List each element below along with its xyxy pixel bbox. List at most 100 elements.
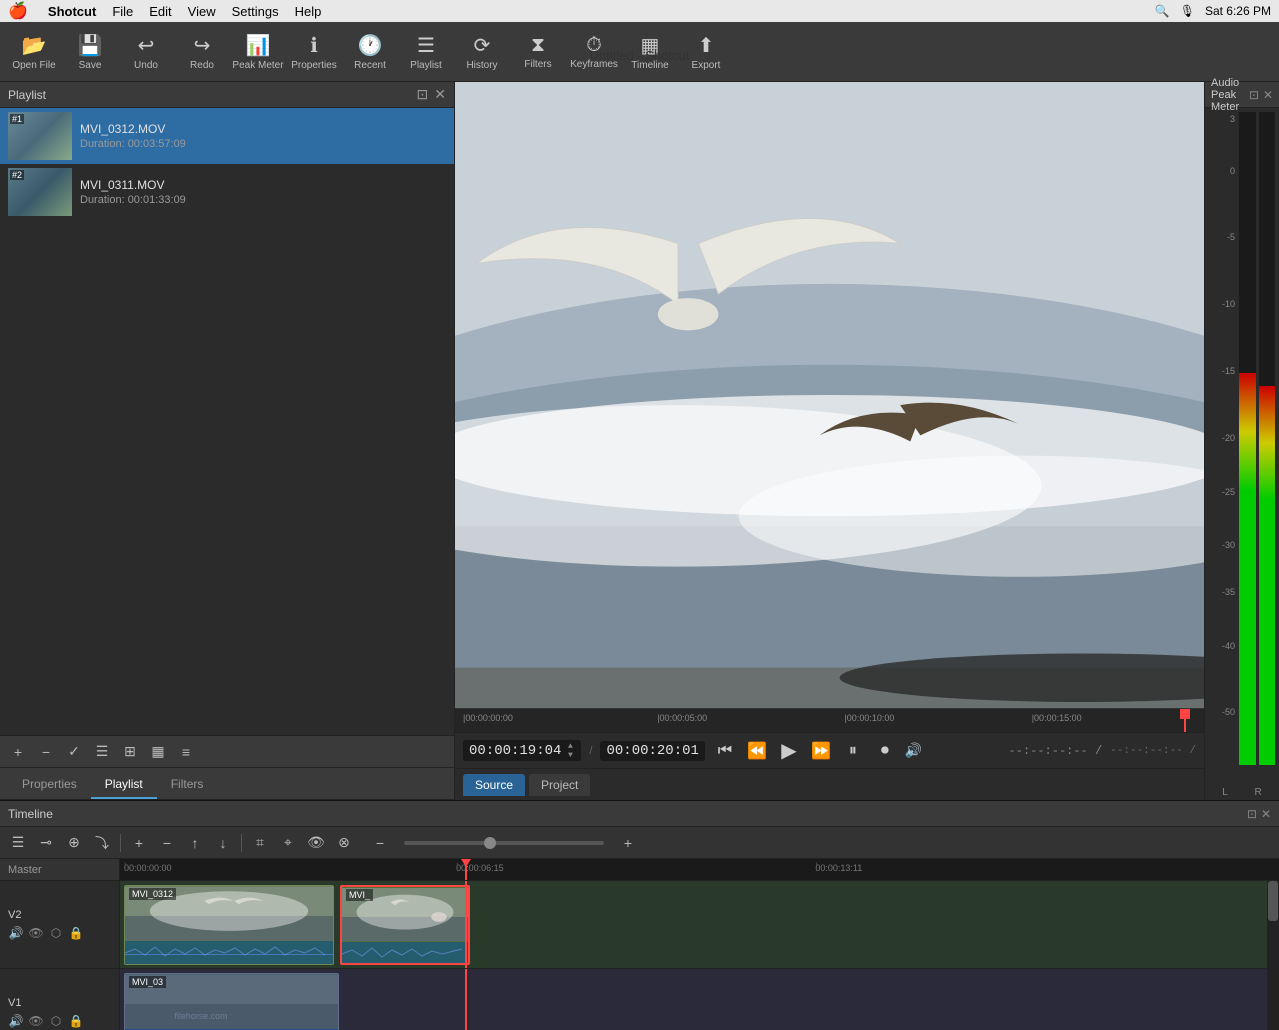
export-button[interactable]: ⬆ Export xyxy=(680,26,732,78)
apple-menu[interactable]: 🍎 xyxy=(8,1,28,21)
meter-bars xyxy=(1239,112,1275,781)
app-name[interactable]: Shotcut xyxy=(48,4,96,19)
track-lock-icon-v1[interactable]: ⬡ xyxy=(48,1013,64,1029)
tl-zoom-slider[interactable] xyxy=(404,841,604,845)
menu-help[interactable]: Help xyxy=(295,4,322,19)
timecode-value: 00:00:19:04 xyxy=(469,743,561,759)
play-button[interactable]: ▶ xyxy=(777,739,801,763)
project-tab[interactable]: Project xyxy=(529,774,590,796)
playlist-item-2[interactable]: #2 MVI_0311.MOV Duration: 00:01:33:09 xyxy=(0,164,454,220)
playlist-grid-btn[interactable]: ⊞ xyxy=(118,740,142,764)
menubar-right: 🔍 🎙 Sat 6:26 PM xyxy=(1155,4,1271,18)
playlist-name-1: MVI_0312.MOV xyxy=(80,122,446,136)
volume-icon[interactable]: 🔊 xyxy=(905,742,922,759)
menu-file[interactable]: File xyxy=(112,4,133,19)
playlist-detail-btn[interactable]: ▦ xyxy=(146,740,170,764)
timecode-arrows[interactable]: ▲ ▼ xyxy=(565,742,575,759)
tl-zoom-thumb[interactable] xyxy=(484,837,496,849)
toggle-button[interactable]: ⏺ xyxy=(873,739,897,763)
tl-add-track-btn[interactable]: + xyxy=(127,831,151,855)
playlist-info-2: MVI_0311.MOV Duration: 00:01:33:09 xyxy=(80,178,446,206)
tl-insert-btn[interactable]: ⤵ xyxy=(90,831,114,855)
menubar: 🍎 Shotcut File Edit View Settings Help 🔍… xyxy=(0,0,1279,22)
open-file-button[interactable]: 📂 Open File xyxy=(8,26,60,78)
ruler-playhead xyxy=(465,859,467,880)
track-link-icon-v2[interactable]: 🔒 xyxy=(68,925,84,941)
track-eye-icon-v1[interactable]: 👁 xyxy=(28,1013,44,1029)
track-row-v2[interactable]: MVI_0312 xyxy=(120,881,1279,969)
timeline-icon: ▦ xyxy=(641,33,660,58)
keyframes-button[interactable]: ⏱ Keyframes xyxy=(568,26,620,78)
tl-snap-btn[interactable]: ⌖ xyxy=(276,831,300,855)
tab-filters[interactable]: Filters xyxy=(157,771,218,799)
timeline-float-icon[interactable]: ⊡ xyxy=(1247,807,1257,821)
playlist-empty-area xyxy=(0,220,454,735)
tl-ripple-all-btn[interactable]: 👁 xyxy=(304,831,328,855)
tl-menu-btn[interactable]: ☰ xyxy=(6,831,30,855)
tab-properties[interactable]: Properties xyxy=(8,771,91,799)
tl-ripple-btn[interactable]: ⊸ xyxy=(34,831,58,855)
playlist-menu-btn[interactable]: ≡ xyxy=(174,740,198,764)
playlist-remove-btn[interactable]: − xyxy=(34,740,58,764)
save-button[interactable]: 💾 Save xyxy=(64,26,116,78)
playlist-close-icon[interactable]: ✕ xyxy=(434,86,446,103)
tl-divider-1 xyxy=(120,834,121,852)
playlist-add-btn[interactable]: + xyxy=(6,740,30,764)
keyframes-label: Keyframes xyxy=(570,59,618,70)
clip-v2-2[interactable]: MVI_ xyxy=(340,885,470,965)
track-audio-icon-v1[interactable]: 🔊 xyxy=(8,1013,24,1029)
track-row-v1[interactable]: filehorse.com MVI_03 xyxy=(120,969,1279,1030)
redo-button[interactable]: ↪ Redo xyxy=(176,26,228,78)
menu-edit[interactable]: Edit xyxy=(149,4,171,19)
clip-v1-1[interactable]: filehorse.com MVI_03 xyxy=(124,973,339,1030)
playlist-item-1[interactable]: #1 MVI_0312.MOV Duration: 00:03:57:09 xyxy=(0,108,454,164)
step-forward-button[interactable]: ⏩ xyxy=(809,739,833,763)
source-tab[interactable]: Source xyxy=(463,774,525,796)
video-playhead xyxy=(1184,709,1186,732)
history-button[interactable]: ⟳ History xyxy=(456,26,508,78)
tl-remove-track-btn[interactable]: − xyxy=(155,831,179,855)
tl-zoom-in-btn[interactable]: + xyxy=(616,831,640,855)
skip-to-start-button[interactable]: ⏮ xyxy=(713,739,737,763)
video-player[interactable] xyxy=(455,82,1204,708)
clip-v2-1[interactable]: MVI_0312 xyxy=(124,885,334,965)
filters-button[interactable]: ⧗ Filters xyxy=(512,26,564,78)
tl-append-btn[interactable]: ⊕ xyxy=(62,831,86,855)
track-lock-icon-v2[interactable]: ⬡ xyxy=(48,925,64,941)
tc-up[interactable]: ▲ xyxy=(565,742,575,750)
audio-meter-float-icon[interactable]: ⊡ xyxy=(1249,88,1259,102)
playlist-float-icon[interactable]: ⊡ xyxy=(417,86,429,103)
menu-settings[interactable]: Settings xyxy=(232,4,279,19)
timeline-scrollbar-v[interactable] xyxy=(1267,881,1279,1030)
tl-split-btn[interactable]: ⌗ xyxy=(248,831,272,855)
siri-icon[interactable]: 🎙 xyxy=(1180,4,1195,18)
playlist-button[interactable]: ☰ Playlist xyxy=(400,26,452,78)
video-timeline-ruler[interactable]: |00:00:00:00 |00:00:05:00 |00:00:10:00 |… xyxy=(455,708,1204,732)
open-file-icon: 📂 xyxy=(22,33,47,58)
skip-to-end-button[interactable]: ⏸ xyxy=(841,739,865,763)
step-back-button[interactable]: ⏪ xyxy=(745,739,769,763)
tl-audio-follow-btn[interactable]: ⊗ xyxy=(332,831,356,855)
playlist-list-btn[interactable]: ☰ xyxy=(90,740,114,764)
scrollbar-thumb-v[interactable] xyxy=(1268,881,1278,921)
timeline-close-icon[interactable]: ✕ xyxy=(1261,807,1271,821)
audio-meter-close-icon[interactable]: ✕ xyxy=(1263,88,1273,102)
tab-playlist[interactable]: Playlist xyxy=(91,771,157,799)
track-audio-icon-v2[interactable]: 🔊 xyxy=(8,925,24,941)
track-link-icon-v1[interactable]: 🔒 xyxy=(68,1013,84,1029)
peak-meter-button[interactable]: 📊 Peak Meter xyxy=(232,26,284,78)
search-icon[interactable]: 🔍 xyxy=(1155,4,1170,18)
menu-view[interactable]: View xyxy=(188,4,216,19)
track-eye-icon-v2[interactable]: 👁 xyxy=(28,925,44,941)
clip-thumb-img-v2-1 xyxy=(125,886,333,941)
properties-button[interactable]: ℹ Properties xyxy=(288,26,340,78)
tl-zoom-out-btn[interactable]: − xyxy=(368,831,392,855)
timeline-button[interactable]: ▦ Timeline xyxy=(624,26,676,78)
playlist-check-btn[interactable]: ✓ xyxy=(62,740,86,764)
tl-overwrite-btn[interactable]: ↓ xyxy=(211,831,235,855)
tl-lift-btn[interactable]: ↑ xyxy=(183,831,207,855)
ruler-playhead-arrow xyxy=(461,859,471,867)
tc-down[interactable]: ▼ xyxy=(565,751,575,759)
undo-button[interactable]: ↩ Undo xyxy=(120,26,172,78)
recent-button[interactable]: 🕐 Recent xyxy=(344,26,396,78)
